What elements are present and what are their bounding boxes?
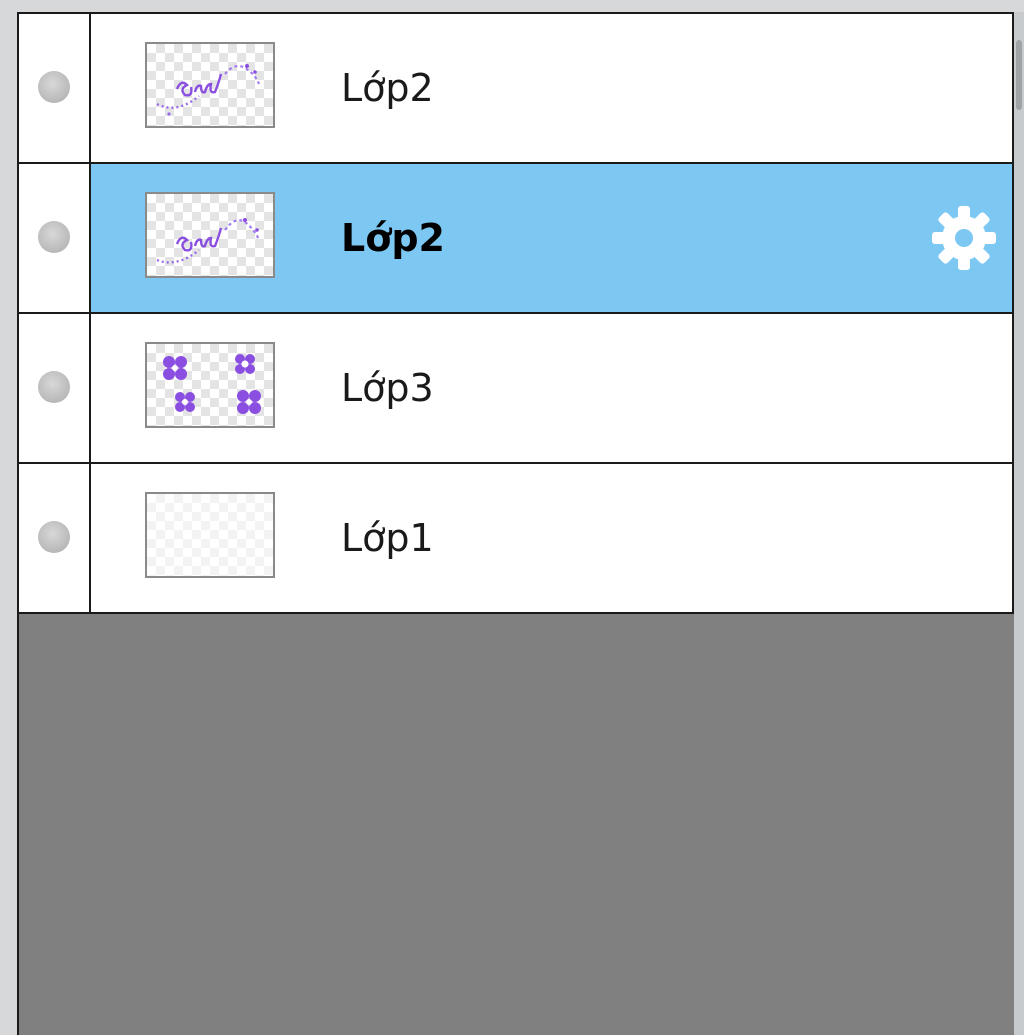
layer-thumbnail-blank: [145, 492, 275, 578]
layer-thumbnail: [145, 42, 275, 128]
layer-main-cell[interactable]: Lớp3: [91, 314, 1012, 462]
circle-dot-icon[interactable]: [38, 521, 70, 553]
layer-visibility-cell[interactable]: [19, 464, 91, 612]
circle-dot-icon[interactable]: [38, 71, 70, 103]
purple-flowers-drawing-icon: [163, 354, 261, 414]
layer-thumbnail: [145, 192, 275, 278]
circle-dot-icon[interactable]: [38, 221, 70, 253]
layer-visibility-cell[interactable]: [19, 14, 91, 162]
layer-row[interactable]: Lớp1: [17, 462, 1014, 614]
layers-panel: Lớp2 Lớp2 Lớp3 Lớp1: [0, 0, 1024, 1035]
layer-row[interactable]: Lớp2: [17, 12, 1014, 162]
purple-script-drawing-icon: [156, 64, 261, 116]
layer-rows: Lớp2 Lớp2 Lớp3 Lớp1: [17, 12, 1014, 614]
layer-row-selected[interactable]: Lớp2: [17, 162, 1014, 312]
layer-visibility-cell[interactable]: [19, 164, 91, 312]
layer-main-cell[interactable]: Lớp1: [91, 464, 1012, 612]
gear-icon[interactable]: [928, 202, 1000, 274]
layer-visibility-cell[interactable]: [19, 314, 91, 462]
layer-main-cell[interactable]: Lớp2: [91, 14, 1012, 162]
circle-dot-icon[interactable]: [38, 371, 70, 403]
layer-row[interactable]: Lớp3: [17, 312, 1014, 462]
layer-name-label[interactable]: Lớp1: [341, 514, 434, 562]
layer-name-label[interactable]: Lớp2: [341, 64, 434, 112]
panel-scrollbar[interactable]: [1014, 12, 1024, 1035]
purple-script-drawing-icon: [156, 218, 261, 264]
layer-name-label[interactable]: Lớp2: [341, 214, 445, 262]
layer-main-cell[interactable]: Lớp2: [91, 164, 1012, 312]
layer-name-label[interactable]: Lớp3: [341, 364, 434, 412]
scrollbar-thumb[interactable]: [1016, 40, 1022, 110]
layer-thumbnail: [145, 342, 275, 428]
